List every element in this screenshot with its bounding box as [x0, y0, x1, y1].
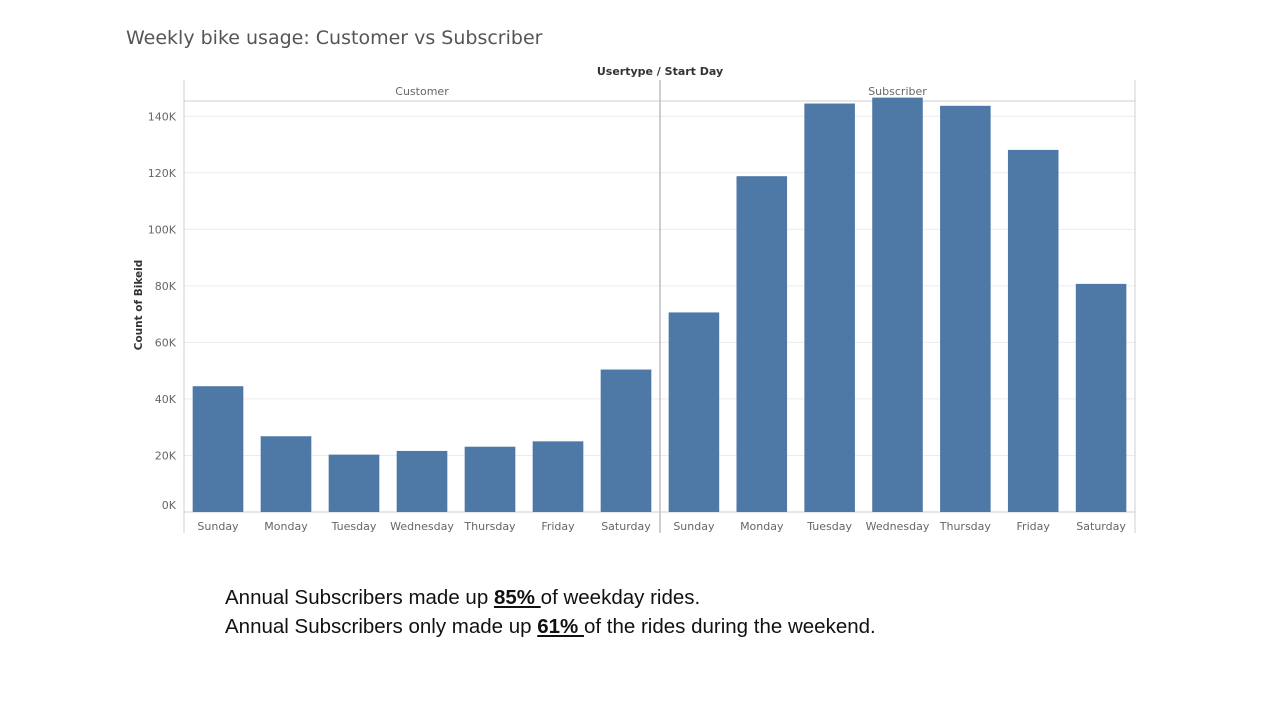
bar — [872, 97, 923, 513]
summary-line-weekday-percent: 85% — [493, 586, 541, 609]
bar — [1007, 149, 1059, 513]
x-tick-label: Thursday — [463, 520, 516, 533]
x-tick-label: Sunday — [673, 520, 715, 533]
x-tick-label: Wednesday — [390, 520, 454, 533]
bar — [668, 312, 720, 512]
y-tick-label: 140K — [148, 110, 177, 123]
y-tick-label: 20K — [155, 449, 177, 462]
bar — [736, 176, 788, 512]
x-tick-label: Sunday — [197, 520, 239, 533]
summary-line-weekend-text-before: Annual Subscribers only made up — [225, 615, 538, 638]
bar — [260, 436, 312, 512]
y-tick-label: 120K — [148, 167, 177, 180]
x-tick-label: Tuesday — [806, 520, 852, 533]
bar — [464, 446, 516, 512]
bar — [600, 369, 652, 512]
summary-line-weekday-text-after: of weekday rides. — [540, 586, 701, 609]
x-tick-label: Friday — [1017, 520, 1051, 533]
y-tick-label: 0K — [162, 499, 177, 512]
bar — [940, 105, 991, 513]
bar — [532, 441, 584, 512]
y-tick-label: 80K — [155, 280, 177, 293]
summary-line-weekend-percent: 61% — [537, 615, 584, 638]
y-tick-label: 100K — [148, 223, 177, 236]
x-tick-label: Friday — [541, 520, 575, 533]
x-tick-label: Tuesday — [331, 520, 377, 533]
x-tick-label: Monday — [264, 520, 308, 533]
x-tick-label: Wednesday — [866, 520, 930, 533]
x-tick-label: Saturday — [601, 520, 651, 533]
summary-line-weekday-text-before: Annual Subscribers made up — [225, 586, 494, 609]
x-tick-label: Thursday — [939, 520, 992, 533]
summary-line-weekday: Annual Subscribers made up 85% of weekda… — [225, 583, 876, 612]
panel-header-label: Subscriber — [868, 85, 927, 98]
panel-header-label: Customer — [395, 85, 449, 98]
bar — [328, 454, 380, 512]
bar — [396, 450, 448, 512]
bar — [804, 103, 855, 513]
bar — [1075, 283, 1127, 512]
y-tick-label: 60K — [155, 336, 177, 349]
y-tick-label: 40K — [155, 393, 177, 406]
summary-line-weekend: Annual Subscribers only made up 61% of t… — [225, 612, 876, 641]
x-tick-label: Saturday — [1076, 520, 1126, 533]
summary-notes: Annual Subscribers made up 85% of weekda… — [225, 583, 876, 641]
bar — [192, 386, 244, 512]
summary-line-weekend-text-after: of the rides during the weekend. — [583, 615, 876, 638]
x-tick-label: Monday — [740, 520, 784, 533]
